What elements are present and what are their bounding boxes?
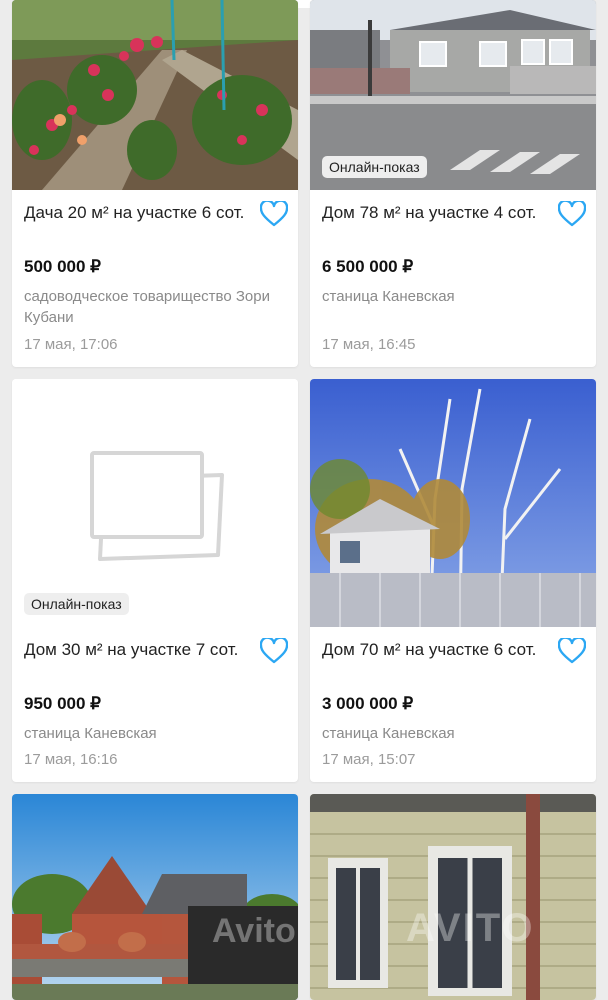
photo-watermark: AVITO [406,906,535,950]
listing-card-2[interactable]: Онлайн-показ Дом 78 м² на участке 4 сот.… [310,0,596,367]
listing-photo-placeholder[interactable] [12,379,298,627]
listing-date: 17 мая, 15:07 [322,751,416,768]
listing-title[interactable]: Дом 70 м² на участке 6 сот. [322,637,554,662]
listing-card-3[interactable]: Онлайн-показ Дом 30 м² на участке 7 сот.… [12,379,298,782]
listing-address: станица Каневская [322,725,455,742]
listing-photo-birch-trees[interactable] [310,379,596,627]
brick-house-gate-image [12,794,298,1000]
listing-card-5[interactable]: Avito [12,794,298,1000]
birch-trees-house-image [310,379,596,627]
listing-photo-siding-house[interactable] [310,794,596,1000]
listing-title[interactable]: Дом 78 м² на участке 4 сот. [322,200,554,225]
no-photo-placeholder-icon [90,451,224,561]
listing-address: станица Каневская [322,288,455,305]
online-showing-badge: Онлайн-показ [322,156,427,178]
listing-price: 3 000 000 ₽ [322,694,414,713]
listing-photo-brick-house[interactable] [12,794,298,1000]
listing-price: 500 000 ₽ [24,257,101,276]
favorite-heart-icon[interactable] [259,636,289,664]
siding-house-windows-image [310,794,596,1000]
listing-address: садоводческое товарищество Зори Кубани [24,288,270,326]
listing-address: станица Каневская [24,725,157,742]
online-showing-badge: Онлайн-показ [24,593,129,615]
listing-card-1[interactable]: Дача 20 м² на участке 6 сот. 500 000 ₽ с… [12,0,298,367]
favorite-heart-icon[interactable] [259,199,289,227]
photo-watermark: Avito [212,912,296,950]
listing-title[interactable]: Дом 30 м² на участке 7 сот. [24,637,256,662]
favorite-heart-icon[interactable] [557,636,587,664]
favorite-heart-icon[interactable] [557,199,587,227]
listing-date: 17 мая, 16:45 [322,336,416,353]
listing-price: 950 000 ₽ [24,694,101,713]
listing-date: 17 мая, 17:06 [24,336,118,353]
listing-photo-garden[interactable] [12,0,298,190]
listing-title[interactable]: Дача 20 м² на участке 6 сот. [24,200,256,225]
listing-card-4[interactable]: Дом 70 м² на участке 6 сот. 3 000 000 ₽ … [310,379,596,782]
listing-card-6[interactable]: AVITO [310,794,596,1000]
garden-photo-image [12,0,298,190]
listing-price: 6 500 000 ₽ [322,257,414,276]
listing-date: 17 мая, 16:16 [24,751,118,768]
